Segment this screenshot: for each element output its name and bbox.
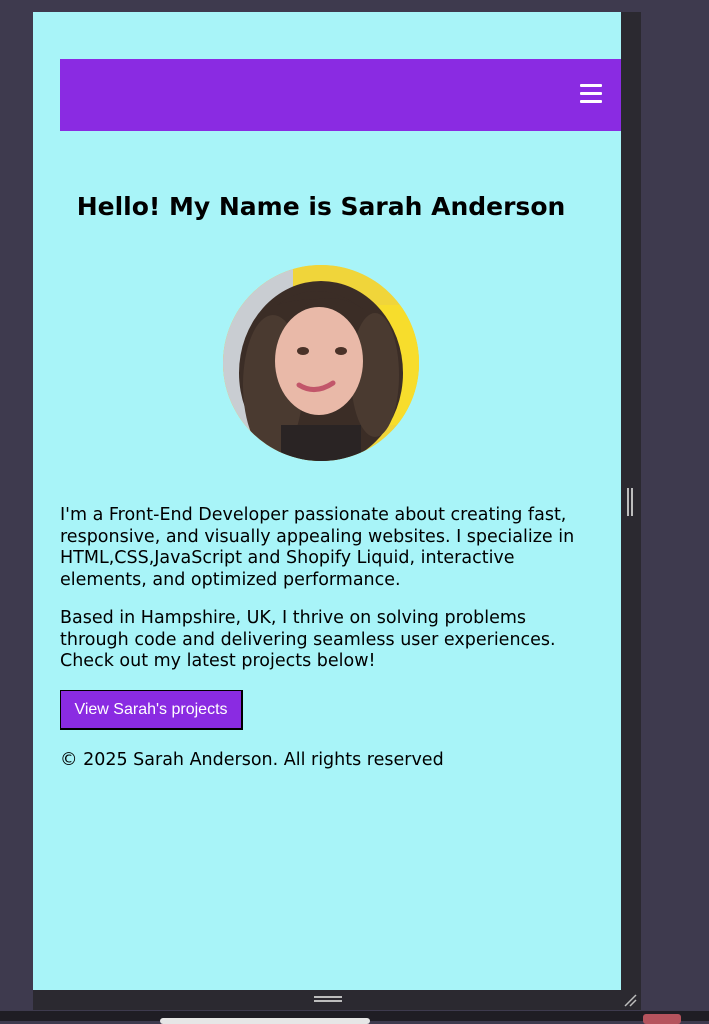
profile-photo: [223, 265, 419, 461]
profile-photo-illustration: [223, 265, 419, 461]
top-navbar: [60, 59, 621, 131]
hamburger-menu-icon[interactable]: [580, 84, 602, 104]
bio-paragraph: I'm a Front-End Developer passionate abo…: [60, 505, 575, 590]
resize-grip-icon[interactable]: [623, 993, 637, 1007]
bio-paragraph: Based in Hampshire, UK, I thrive on solv…: [60, 608, 556, 671]
footer-copyright: © 2025 Sarah Anderson. All rights reserv…: [60, 750, 444, 770]
bottom-resize-handle[interactable]: [314, 996, 342, 1004]
taskbar-search-pill[interactable]: [160, 1018, 370, 1024]
side-resize-handle[interactable]: [627, 488, 633, 516]
page-viewport: Hello! My Name is Sarah Anderson I'm a F…: [33, 12, 621, 990]
taskbar-app-icon[interactable]: [643, 1014, 681, 1024]
page-title: Hello! My Name is Sarah Anderson: [76, 192, 566, 221]
view-projects-button[interactable]: View Sarah's projects: [60, 690, 243, 730]
